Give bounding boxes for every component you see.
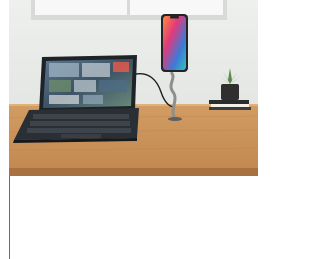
frame-border-line [9,176,10,259]
tablet [39,55,137,112]
image-frame [0,0,258,259]
product-photo [9,0,258,176]
smartphone [161,14,188,72]
plant-pot [221,84,239,100]
desk-front-edge [9,168,258,176]
photo-scene [9,0,258,176]
keyboard [13,108,139,143]
book-stack [209,100,251,110]
phone-screen [163,16,186,70]
window [31,0,227,20]
